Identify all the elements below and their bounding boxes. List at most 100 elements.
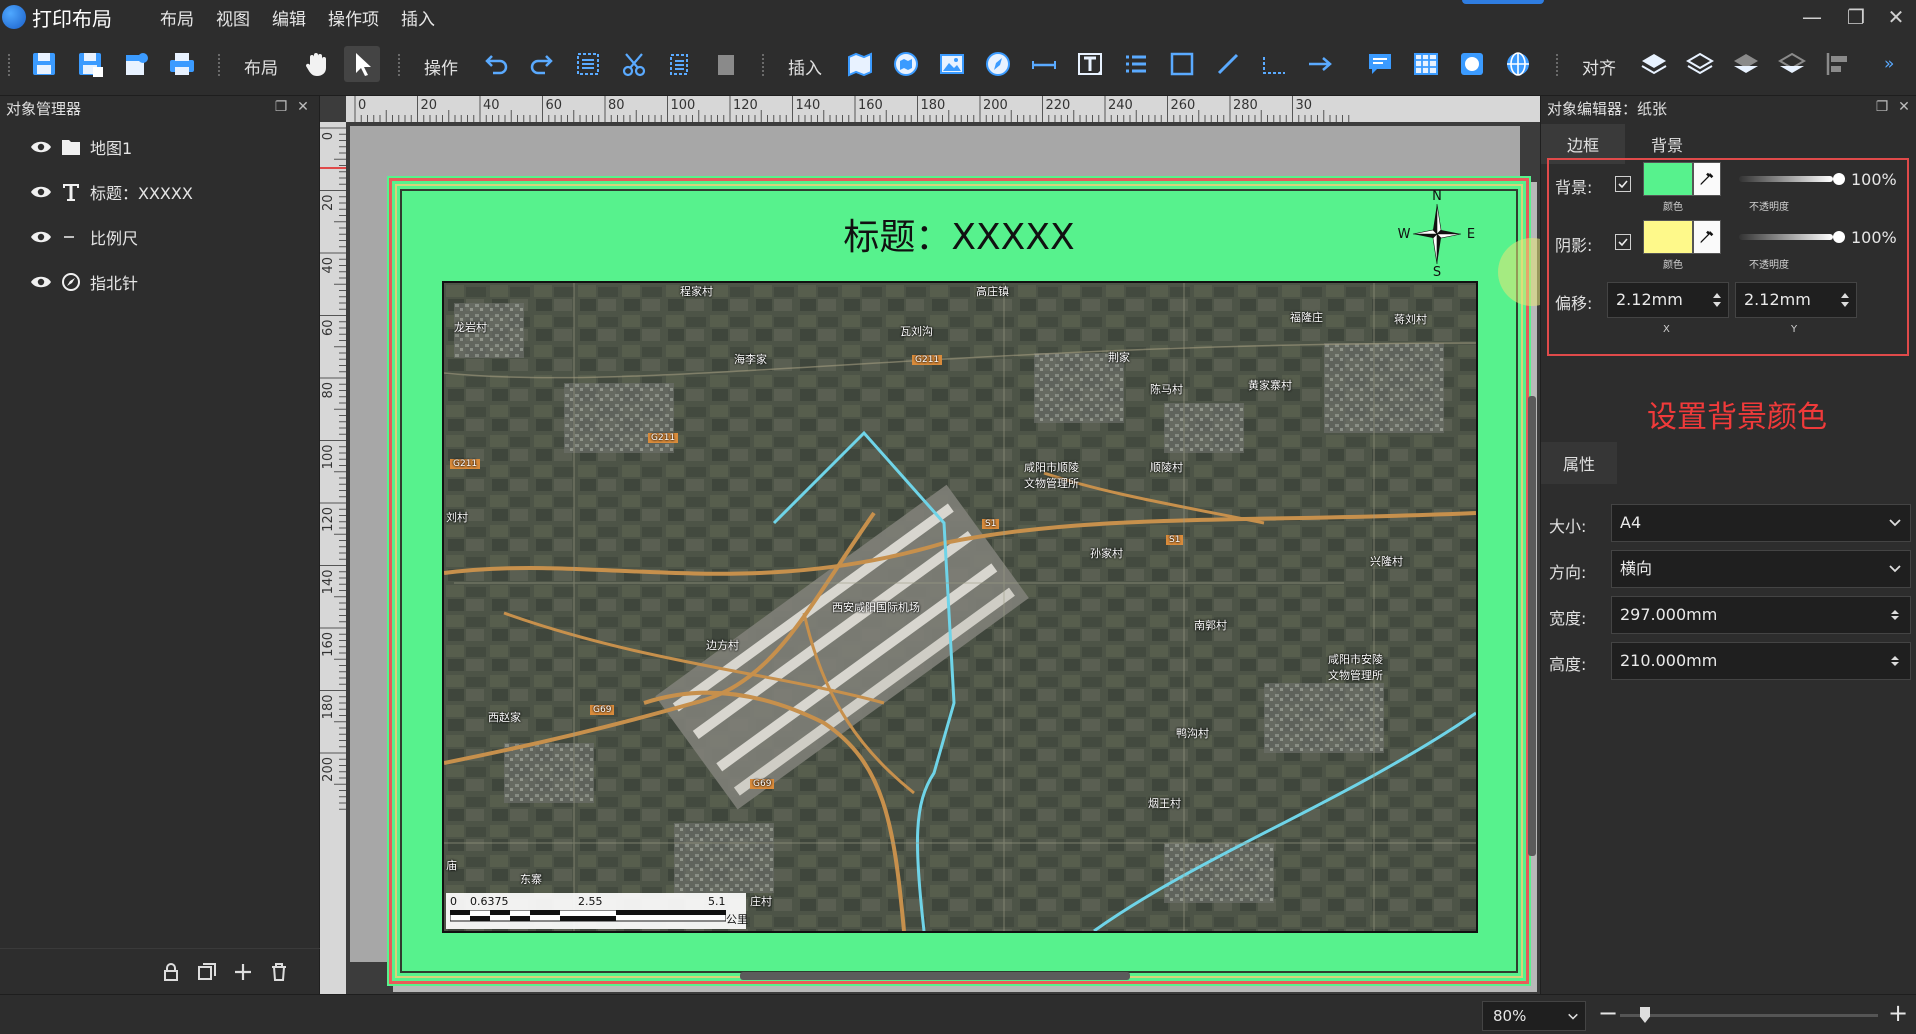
offset-x-input[interactable]: 2.12mm	[1607, 282, 1729, 318]
background-checkbox[interactable]	[1615, 176, 1631, 192]
zoom-in-button[interactable]: +	[1888, 999, 1908, 1027]
bring-forward-icon[interactable]	[1682, 46, 1718, 82]
shadow-opacity-slider[interactable]	[1739, 234, 1833, 240]
insert-globe-icon[interactable]	[1500, 46, 1536, 82]
ruler-top-label: 200	[983, 98, 1008, 113]
size-value: A4	[1620, 513, 1642, 532]
copy-icon[interactable]	[662, 46, 698, 82]
background-color-swatch[interactable]	[1643, 162, 1693, 196]
duplicate-icon[interactable]	[196, 961, 218, 983]
insert-table-icon[interactable]	[1408, 46, 1444, 82]
send-backward-icon[interactable]	[1728, 46, 1764, 82]
save-icon[interactable]	[26, 46, 62, 82]
shadow-color-swatch[interactable]	[1643, 220, 1693, 254]
background-opacity-slider[interactable]	[1739, 176, 1833, 182]
float-panel-icon[interactable]: ❐	[1873, 98, 1891, 116]
map-title[interactable]: 标题：XXXXX	[387, 208, 1531, 260]
offset-y-input[interactable]: 2.12mm	[1735, 282, 1857, 318]
map-frame[interactable]: 程家村 高庄镇 龙岩村 瓦刘沟 福隆庄 蒋刘村 海李家 G211 荆家 黄家寨村…	[442, 281, 1478, 933]
save-as-icon[interactable]	[72, 46, 108, 82]
lock-icon[interactable]	[160, 961, 182, 983]
insert-polyline-icon[interactable]	[1256, 46, 1292, 82]
minimize-icon[interactable]: —	[1792, 4, 1832, 30]
height-label: 高度:	[1549, 655, 1587, 674]
spinner-arrows-icon[interactable]	[1712, 290, 1722, 310]
height-row: 高度: 210.000mm	[1541, 642, 1916, 680]
object-item-compass[interactable]: 指北针	[30, 267, 138, 297]
insert-map-icon[interactable]	[842, 46, 878, 82]
align-left-icon[interactable]	[1820, 46, 1856, 82]
scalebar[interactable]: 0 0.6375 2.55 5.1 公里	[446, 893, 748, 929]
toolbar-more-icon[interactable]: »	[1884, 54, 1894, 74]
insert-arrow-icon[interactable]	[1302, 46, 1338, 82]
map-label: 东寨	[520, 873, 542, 886]
zoom-slider-thumb[interactable]	[1640, 1007, 1650, 1023]
shadow-opacity-knob[interactable]	[1833, 231, 1845, 243]
select-all-icon[interactable]	[570, 46, 606, 82]
cut-icon[interactable]	[616, 46, 652, 82]
object-item-map[interactable]: 地图1	[30, 132, 132, 162]
object-item-scalebar[interactable]: 比例尺	[30, 222, 138, 252]
zoom-out-button[interactable]: −	[1598, 999, 1618, 1027]
north-arrow-compass[interactable]: N S W E	[1397, 188, 1477, 278]
insert-legend-icon[interactable]	[1118, 46, 1154, 82]
restore-icon[interactable]: ❐	[1836, 4, 1876, 30]
tab-properties[interactable]: 属性	[1541, 442, 1618, 484]
insert-circle-icon[interactable]	[1454, 46, 1490, 82]
export-icon[interactable]	[118, 46, 154, 82]
insert-line-icon[interactable]	[1210, 46, 1246, 82]
size-select[interactable]: A4	[1611, 504, 1911, 542]
redo-icon[interactable]	[524, 46, 560, 82]
vertical-scrollbar[interactable]	[1528, 396, 1536, 856]
spinner-arrows-icon[interactable]	[1888, 606, 1902, 624]
delete-icon[interactable]	[708, 46, 744, 82]
layout-canvas[interactable]: 0 20 40 60 80 100 120 140 160 180 200 220 240 260 280 3…	[320, 96, 1540, 994]
paper[interactable]: 标题：XXXXX N S W E 程家村 高庄镇 龙岩村 瓦刘沟 福隆庄 蒋刘村…	[387, 176, 1531, 986]
add-icon[interactable]	[232, 961, 254, 983]
orientation-select[interactable]: 横向	[1611, 550, 1911, 588]
ruler-top-label: 30	[1296, 98, 1313, 113]
eye-icon[interactable]	[30, 184, 52, 200]
object-item-title[interactable]: 标题：XXXXX	[30, 177, 193, 207]
zoom-slider-track[interactable]	[1620, 1014, 1878, 1017]
menu-insert[interactable]: 插入	[401, 5, 435, 30]
select-pointer-icon[interactable]	[344, 46, 380, 82]
eyedropper-icon[interactable]	[1693, 220, 1721, 254]
menu-view[interactable]: 视图	[216, 5, 250, 30]
send-to-back-icon[interactable]	[1774, 46, 1810, 82]
float-panel-icon[interactable]: ❐	[272, 98, 290, 116]
trash-icon[interactable]	[268, 961, 290, 983]
eye-icon[interactable]	[30, 229, 52, 245]
offset-x-caption: X	[1663, 324, 1670, 335]
background-opacity-knob[interactable]	[1833, 173, 1845, 185]
eye-icon[interactable]	[30, 274, 52, 290]
bring-to-front-icon[interactable]	[1636, 46, 1672, 82]
pan-hand-icon[interactable]	[298, 46, 334, 82]
insert-map-frame-icon[interactable]	[888, 46, 924, 82]
close-window-icon[interactable]: ✕	[1876, 4, 1916, 30]
insert-callout-icon[interactable]	[1362, 46, 1398, 82]
menu-layout[interactable]: 布局	[160, 5, 194, 30]
spinner-arrows-icon[interactable]	[1840, 290, 1850, 310]
undo-icon[interactable]	[478, 46, 514, 82]
ruler-left-label: 180	[321, 695, 336, 720]
insert-image-icon[interactable]	[934, 46, 970, 82]
insert-scalebar-icon[interactable]	[1026, 46, 1062, 82]
close-panel-icon[interactable]: ✕	[1895, 98, 1913, 116]
height-input[interactable]: 210.000mm	[1611, 642, 1911, 680]
eyedropper-icon[interactable]	[1693, 162, 1721, 196]
shadow-checkbox[interactable]	[1615, 234, 1631, 250]
insert-compass-icon[interactable]	[980, 46, 1016, 82]
width-input[interactable]: 297.000mm	[1611, 596, 1911, 634]
spinner-arrows-icon[interactable]	[1888, 652, 1902, 670]
horizontal-scrollbar[interactable]	[740, 972, 1130, 980]
close-panel-icon[interactable]: ✕	[294, 98, 312, 116]
print-icon[interactable]	[164, 46, 200, 82]
insert-rectangle-icon[interactable]	[1164, 46, 1200, 82]
menu-operations[interactable]: 操作项	[328, 5, 379, 30]
shadow-row: 阴影: 颜色 100% 不透明度	[1549, 218, 1907, 278]
eye-icon[interactable]	[30, 139, 52, 155]
zoom-select[interactable]: 80%	[1482, 1001, 1586, 1031]
insert-text-icon[interactable]	[1072, 46, 1108, 82]
menu-edit[interactable]: 编辑	[272, 5, 306, 30]
